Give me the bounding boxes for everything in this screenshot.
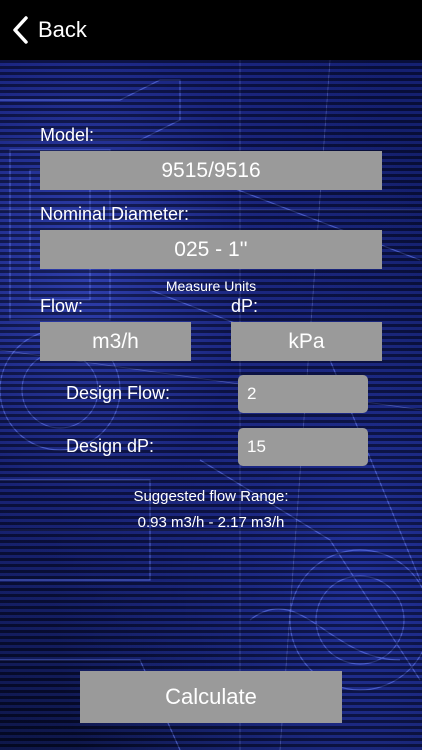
suggested-range-title: Suggested flow Range: <box>133 488 289 505</box>
model-label: Model: <box>40 125 95 145</box>
navigation-bar: Back <box>0 0 422 60</box>
flow-unit-select[interactable]: m3/h <box>40 322 191 361</box>
dp-unit-select[interactable]: kPa <box>231 322 382 361</box>
chevron-left-icon <box>13 16 28 44</box>
design-flow-label: Design Flow: <box>66 383 171 403</box>
dp-label: dP: <box>231 296 259 316</box>
back-button[interactable]: Back <box>10 12 87 48</box>
design-flow-input[interactable]: 2 <box>238 375 368 413</box>
flow-calculator-form: Model: 9515/9516 Nominal Diameter: 025 -… <box>0 0 422 750</box>
model-select[interactable]: 9515/9516 <box>40 151 382 190</box>
design-dp-input[interactable]: 15 <box>238 428 368 466</box>
nominal-diameter-select[interactable]: 025 - 1'' <box>40 230 382 269</box>
flow-label: Flow: <box>40 296 84 316</box>
measure-units-label: Measure Units <box>165 278 257 294</box>
design-dp-label: Design dP: <box>66 436 155 456</box>
nominal-diameter-label: Nominal Diameter: <box>40 204 190 224</box>
back-label: Back <box>38 17 87 42</box>
suggested-range-value: 0.93 m3/h - 2.17 m3/h <box>137 514 285 531</box>
calculate-button[interactable]: Calculate <box>80 671 342 723</box>
